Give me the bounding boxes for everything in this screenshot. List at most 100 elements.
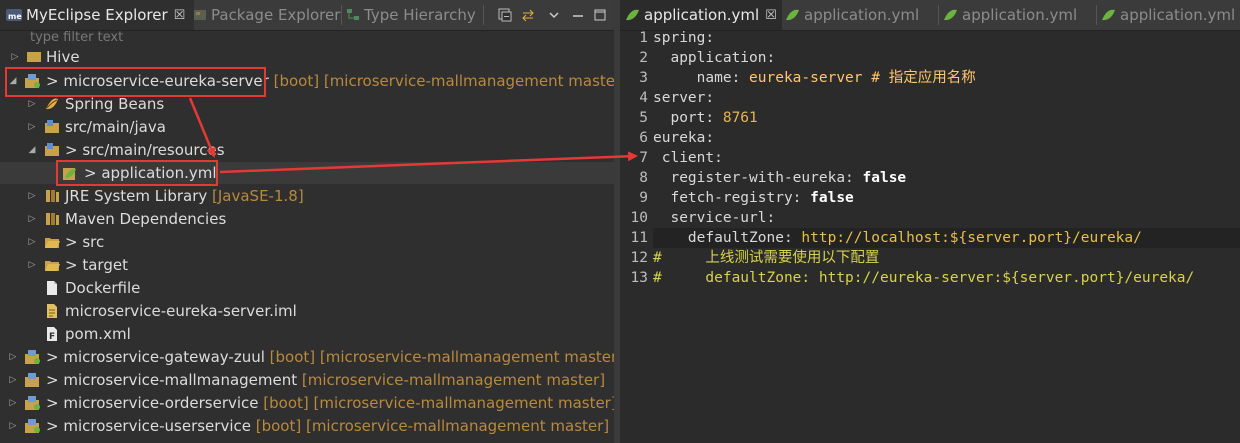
tree-item-label: microservice-eureka-server.iml — [65, 302, 297, 320]
file-icon — [44, 280, 60, 296]
expand-arrow-icon[interactable]: ▷ — [27, 99, 37, 109]
expand-arrow-icon[interactable]: ▷ — [8, 352, 18, 362]
link-with-editor-icon[interactable] — [520, 7, 536, 23]
code-line: 10 service-url: — [620, 208, 1240, 228]
tab-package-explorer[interactable]: Package Explorer — [193, 0, 343, 30]
tab-label: application.yml — [644, 6, 760, 24]
library-icon — [44, 188, 60, 204]
tree-item-jre-system-library[interactable]: ▷ JRE System Library [JavaSE-1.8] — [0, 185, 614, 207]
minimize-icon[interactable] — [570, 7, 586, 23]
editor-tab-active[interactable]: application.yml ☒ — [620, 0, 782, 30]
yaml-key: defaultZone: — [653, 230, 802, 246]
expand-arrow-icon[interactable]: ▷ — [27, 237, 37, 247]
tree-item-orderservice[interactable]: ▷ > microservice-orderservice [boot] [mi… — [0, 392, 614, 414]
tree-item-label: > src — [65, 233, 105, 251]
tree-item-hive[interactable]: ▷ Hive — [0, 46, 614, 68]
yaml-key: fetch-registry: — [653, 190, 811, 206]
maximize-icon[interactable] — [592, 7, 608, 23]
tree-item-label: Maven Dependencies — [65, 210, 227, 228]
expand-arrow-icon[interactable]: ▷ — [8, 398, 18, 408]
git-decoration: [boot] [microservice-mallmanagement mast… — [250, 417, 610, 435]
git-decoration: [microservice-mallmanagement master] — [297, 371, 606, 389]
spring-leaf-icon — [1100, 8, 1116, 22]
yaml-key: server: — [653, 90, 715, 106]
folder-icon — [44, 257, 60, 273]
tree-item-label: > microservice-orderservice — [46, 394, 259, 412]
tab-label: Package Explorer — [211, 6, 341, 24]
svg-text:me: me — [8, 12, 22, 21]
expand-arrow-icon[interactable]: ▷ — [27, 214, 37, 224]
tree-item-target[interactable]: ▷ > target — [0, 254, 614, 276]
project-icon — [24, 372, 40, 388]
filter-input[interactable]: type filter text — [0, 30, 614, 46]
collapse-all-icon[interactable] — [497, 7, 513, 23]
code-line: 13 # defaultZone: http://eureka-server:${… — [620, 268, 1240, 288]
highlight-box-project — [5, 67, 266, 97]
yaml-key: eureka: — [653, 130, 715, 146]
line-number: 12 — [630, 250, 648, 266]
tree-item-src-main-java[interactable]: ▷ src/main/java — [0, 116, 614, 138]
line-number: 13 — [630, 270, 648, 286]
tree-item-dockerfile[interactable]: Dockerfile — [0, 277, 614, 299]
tree-item-label: > microservice-mallmanagement — [46, 371, 298, 389]
comment-marker: # — [653, 250, 662, 266]
view-menu-icon[interactable] — [546, 7, 562, 23]
project-icon — [26, 48, 42, 64]
tree-item-label: > microservice-userservice — [46, 417, 251, 435]
tree-item-maven-dependencies[interactable]: ▷ Maven Dependencies — [0, 208, 614, 230]
git-decoration: [boot] [microservice-mallmanagement mast… — [258, 394, 614, 412]
expand-arrow-icon[interactable]: ▷ — [27, 122, 37, 132]
close-icon[interactable]: ☒ — [765, 8, 777, 23]
spring-beans-icon — [44, 96, 60, 112]
line-number: 10 — [630, 210, 648, 226]
comment-marker: # — [653, 270, 662, 286]
tree-item-iml[interactable]: microservice-eureka-server.iml — [0, 300, 614, 322]
code-line: 2 application: — [620, 48, 1240, 68]
editor-tab[interactable]: application.yml — [942, 0, 1092, 30]
line-number: 2 — [639, 50, 648, 66]
code-line: 7 client: — [620, 148, 1240, 168]
line-number: 5 — [639, 110, 648, 126]
tab-myeclipse-explorer[interactable]: me MyEclipse Explorer ☒ — [0, 0, 194, 30]
expand-arrow-icon[interactable]: ▷ — [27, 191, 37, 201]
tree-item-label: pom.xml — [65, 325, 131, 343]
code-area[interactable]: 1 spring: 2 application: 3 name: eureka-s… — [620, 28, 1240, 443]
svg-text:F: F — [49, 332, 55, 342]
line-number: 6 — [639, 130, 648, 146]
tree-item-label: > target — [65, 256, 128, 274]
tree-item-gateway-zuul[interactable]: ▷ > microservice-gateway-zuul [boot] [mi… — [0, 346, 614, 368]
tree-item-label: Spring Beans — [65, 95, 165, 113]
tree-item-src-main-resources[interactable]: ◢ > src/main/resources — [0, 139, 614, 161]
tree-item-label: JRE System Library — [65, 187, 208, 205]
collapse-arrow-icon[interactable]: ◢ — [27, 145, 37, 155]
tree-item-src[interactable]: ▷ > src — [0, 231, 614, 253]
source-folder-icon — [44, 142, 60, 158]
tab-divider — [341, 5, 342, 25]
editor-tab[interactable]: application.yml — [782, 0, 934, 30]
line-number: 1 — [639, 30, 648, 46]
yaml-key: application: — [653, 50, 776, 66]
tab-type-hierarchy[interactable]: Type Hierarchy — [346, 0, 486, 30]
tab-label: application.yml — [1120, 6, 1236, 24]
tree-item-userservice[interactable]: ▷ > microservice-userservice [boot] [mic… — [0, 415, 614, 437]
tree-item-pom-xml[interactable]: F pom.xml — [0, 323, 614, 345]
tree-item-mallmanagement[interactable]: ▷ > microservice-mallmanagement [microse… — [0, 369, 614, 391]
highlight-box-yml — [56, 160, 218, 186]
editor-tab[interactable]: application.yml — [1100, 0, 1240, 30]
close-icon[interactable]: ☒ — [174, 8, 186, 23]
code-line: 12 # 上线测试需要使用以下配置 — [620, 248, 1240, 268]
expand-arrow-icon[interactable]: ▷ — [10, 52, 20, 62]
hierarchy-icon — [346, 8, 360, 22]
tree-item-label: src/main/java — [65, 118, 166, 136]
git-decoration: [boot] [microservice-mallmanagement mast… — [268, 72, 614, 90]
git-decoration: [boot] [microservice-mallmanagement mast… — [264, 348, 614, 366]
tab-label: application.yml — [962, 6, 1078, 24]
expand-arrow-icon[interactable]: ▷ — [8, 375, 18, 385]
tab-label: Type Hierarchy — [364, 6, 476, 24]
editor-panel: application.yml ☒ application.yml applic… — [620, 0, 1240, 443]
expand-arrow-icon[interactable]: ▷ — [27, 260, 37, 270]
code-line: 9 fetch-registry: false — [620, 188, 1240, 208]
yaml-key: register-with-eureka: — [653, 170, 863, 186]
yaml-value: http://localhost:${server.port}/eureka/ — [801, 230, 1142, 246]
expand-arrow-icon[interactable]: ▷ — [8, 421, 18, 431]
